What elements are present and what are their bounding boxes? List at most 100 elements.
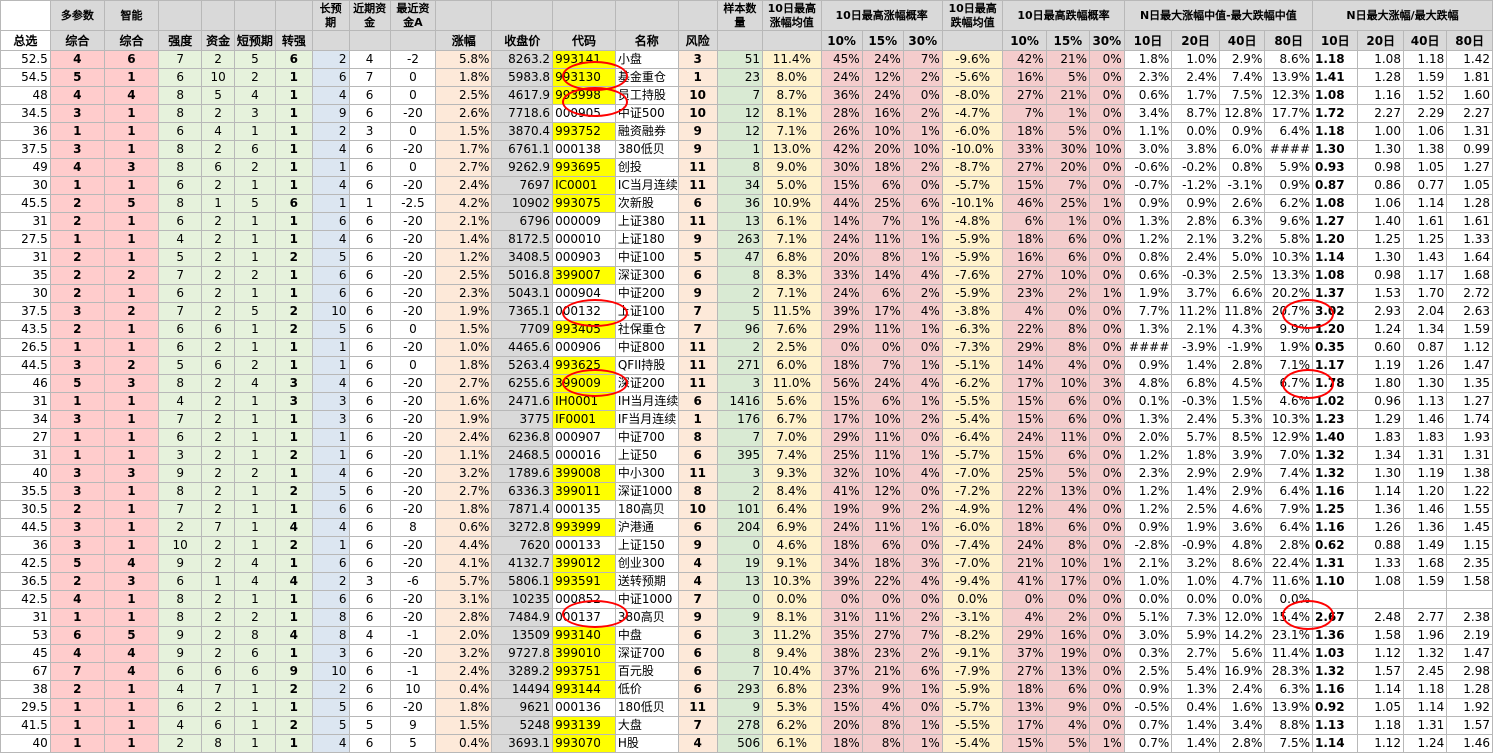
cell-duo[interactable]: 3 bbox=[49, 140, 105, 159]
cell-ratio-40[interactable]: 1.49 bbox=[1402, 536, 1448, 555]
cell-ratio-20[interactable]: 1.12 bbox=[1357, 644, 1404, 663]
cell-min-p10[interactable]: 29% bbox=[1002, 338, 1047, 357]
cell-zongxuan[interactable]: 27 bbox=[0, 428, 51, 447]
cell-qiangdu[interactable]: 5 bbox=[158, 248, 203, 267]
cell-min-p10[interactable]: 27% bbox=[1002, 662, 1047, 681]
cell-max-p15[interactable]: 11% bbox=[861, 446, 904, 465]
cell-qiangdu[interactable]: 10 bbox=[158, 536, 203, 555]
cell-duanyuqi[interactable]: 4 bbox=[233, 86, 276, 105]
cell-max-avg[interactable]: 10.3% bbox=[762, 572, 822, 591]
cell-ratio-40[interactable]: 1.25 bbox=[1402, 230, 1448, 249]
cell-min-avg[interactable]: -5.4% bbox=[941, 410, 1004, 429]
cell-min-p10[interactable]: 41% bbox=[1002, 572, 1047, 591]
cell-min-avg[interactable]: -10.1% bbox=[941, 194, 1004, 213]
cell-zongxuan[interactable]: 42.5 bbox=[0, 554, 51, 573]
cell-med-80[interactable]: 7.9% bbox=[1264, 500, 1314, 519]
cell-zhineng[interactable]: 1 bbox=[103, 536, 160, 555]
cell-changyuqi[interactable]: 2 bbox=[311, 680, 350, 699]
cell-max-p30[interactable]: 4% bbox=[902, 302, 943, 321]
cell-med-20[interactable]: 2.1% bbox=[1171, 320, 1220, 339]
cell-med-80[interactable]: 20.7% bbox=[1264, 302, 1314, 321]
cell-zongxuan[interactable]: 45.5 bbox=[0, 194, 51, 213]
cell-min-avg[interactable]: -5.9% bbox=[941, 284, 1004, 303]
cell-max-p30[interactable]: 4% bbox=[902, 464, 943, 483]
cell-med-10[interactable]: 0.0% bbox=[1123, 590, 1173, 609]
cell-max-p10[interactable]: 36% bbox=[820, 86, 863, 105]
cell-mingcheng[interactable]: 送转预期 bbox=[614, 572, 679, 591]
cell-min-p15[interactable]: 13% bbox=[1045, 482, 1091, 501]
cell-fengxian[interactable]: 7 bbox=[677, 590, 718, 609]
cell-max-p15[interactable]: 6% bbox=[861, 536, 904, 555]
cell-fengxian[interactable]: 11 bbox=[677, 212, 718, 231]
cell-fengxian[interactable]: 10 bbox=[677, 104, 718, 123]
cell-min-p10[interactable]: 25% bbox=[1002, 464, 1047, 483]
cell-min-p10[interactable]: 23% bbox=[1002, 284, 1047, 303]
cell-min-p15[interactable]: 6% bbox=[1045, 230, 1091, 249]
cell-min-p15[interactable]: 2% bbox=[1045, 284, 1091, 303]
cell-min-p15[interactable]: 6% bbox=[1045, 248, 1091, 267]
cell-mingcheng[interactable]: 深证300 bbox=[614, 266, 679, 285]
cell-min-avg[interactable]: -9.4% bbox=[941, 572, 1004, 591]
cell-min-p15[interactable]: 6% bbox=[1045, 680, 1091, 699]
cell-max-p15[interactable]: 11% bbox=[861, 428, 904, 447]
cell-shoupanjia[interactable]: 7365.1 bbox=[491, 302, 554, 321]
cell-med-20[interactable]: 2.9% bbox=[1171, 464, 1220, 483]
cell-ratio-80[interactable]: 2.72 bbox=[1446, 284, 1493, 303]
cell-ratio-40[interactable]: 1.34 bbox=[1402, 320, 1448, 339]
cell-zuijinzijin[interactable]: -20 bbox=[389, 410, 437, 429]
cell-min-p15[interactable]: 8% bbox=[1045, 320, 1091, 339]
cell-duanyuqi[interactable]: 1 bbox=[233, 176, 276, 195]
cell-min-p30[interactable]: 0% bbox=[1089, 356, 1125, 375]
cell-med-10[interactable]: -0.6% bbox=[1123, 158, 1173, 177]
cell-min-p10[interactable]: 18% bbox=[1002, 230, 1047, 249]
cell-min-p30[interactable]: 10% bbox=[1089, 140, 1125, 159]
cell-max-p10[interactable]: 37% bbox=[820, 662, 863, 681]
cell-zhuanqiang[interactable]: 3 bbox=[274, 374, 313, 393]
cell-ratio-40[interactable]: 2.77 bbox=[1402, 608, 1448, 627]
cell-ratio-20[interactable]: 1.53 bbox=[1357, 284, 1404, 303]
cell-jinqizijin[interactable]: 6 bbox=[348, 374, 391, 393]
cell-zhuanqiang[interactable]: 1 bbox=[274, 230, 313, 249]
cell-min-p10[interactable]: 6% bbox=[1002, 212, 1047, 231]
cell-duanyuqi[interactable]: 2 bbox=[233, 608, 276, 627]
cell-shoupanjia[interactable]: 8263.2 bbox=[491, 50, 554, 69]
cell-zhangfu[interactable]: 3.1% bbox=[435, 590, 493, 609]
cell-ratio-80[interactable]: 1.42 bbox=[1446, 50, 1493, 69]
cell-med-80[interactable]: 20.2% bbox=[1264, 284, 1314, 303]
cell-min-avg[interactable]: -7.2% bbox=[941, 482, 1004, 501]
cell-ratio-10[interactable]: 1.14 bbox=[1312, 248, 1359, 267]
cell-ratio-20[interactable]: 1.57 bbox=[1357, 662, 1404, 681]
cell-min-p10[interactable]: 18% bbox=[1002, 680, 1047, 699]
cell-jinqizijin[interactable]: 6 bbox=[348, 86, 391, 105]
cell-max-p10[interactable]: 25% bbox=[820, 446, 863, 465]
cell-max-p30[interactable]: 0% bbox=[902, 176, 943, 195]
cell-zuijinzijin[interactable]: 9 bbox=[389, 716, 437, 735]
cell-med-10[interactable]: 1.2% bbox=[1123, 482, 1173, 501]
cell-duanyuqi[interactable]: 2 bbox=[233, 464, 276, 483]
cell-qiangdu[interactable]: 6 bbox=[158, 428, 203, 447]
cell-qiangdu[interactable]: 7 bbox=[158, 302, 203, 321]
cell-yangben[interactable]: 263 bbox=[716, 230, 764, 249]
cell-shoupanjia[interactable]: 3775 bbox=[491, 410, 554, 429]
cell-med-20[interactable]: 8.7% bbox=[1171, 104, 1220, 123]
cell-mingcheng[interactable]: 深证200 bbox=[614, 374, 679, 393]
cell-zongxuan[interactable]: 30 bbox=[0, 284, 51, 303]
cell-zongxuan[interactable]: 30 bbox=[0, 176, 51, 195]
cell-min-p10[interactable]: 29% bbox=[1002, 626, 1047, 645]
cell-ratio-40[interactable]: 1.52 bbox=[1402, 86, 1448, 105]
cell-shoupanjia[interactable]: 14494 bbox=[491, 680, 554, 699]
cell-zuijinzijin[interactable]: -2 bbox=[389, 50, 437, 69]
cell-max-p15[interactable]: 0% bbox=[861, 590, 904, 609]
cell-med-20[interactable]: 5.7% bbox=[1171, 428, 1220, 447]
cell-min-p15[interactable]: 5% bbox=[1045, 464, 1091, 483]
cell-shoupanjia[interactable]: 3870.4 bbox=[491, 122, 554, 141]
cell-max-p10[interactable]: 42% bbox=[820, 140, 863, 159]
cell-duo[interactable]: 2 bbox=[49, 572, 105, 591]
cell-min-p30[interactable]: 0% bbox=[1089, 428, 1125, 447]
cell-zhangfu[interactable]: 1.5% bbox=[435, 122, 493, 141]
cell-changyuqi[interactable]: 1 bbox=[311, 536, 350, 555]
cell-qiangdu[interactable]: 9 bbox=[158, 554, 203, 573]
cell-max-avg[interactable]: 8.1% bbox=[762, 104, 822, 123]
cell-zhineng[interactable]: 1 bbox=[103, 68, 160, 87]
cell-med-20[interactable]: -0.3% bbox=[1171, 266, 1220, 285]
